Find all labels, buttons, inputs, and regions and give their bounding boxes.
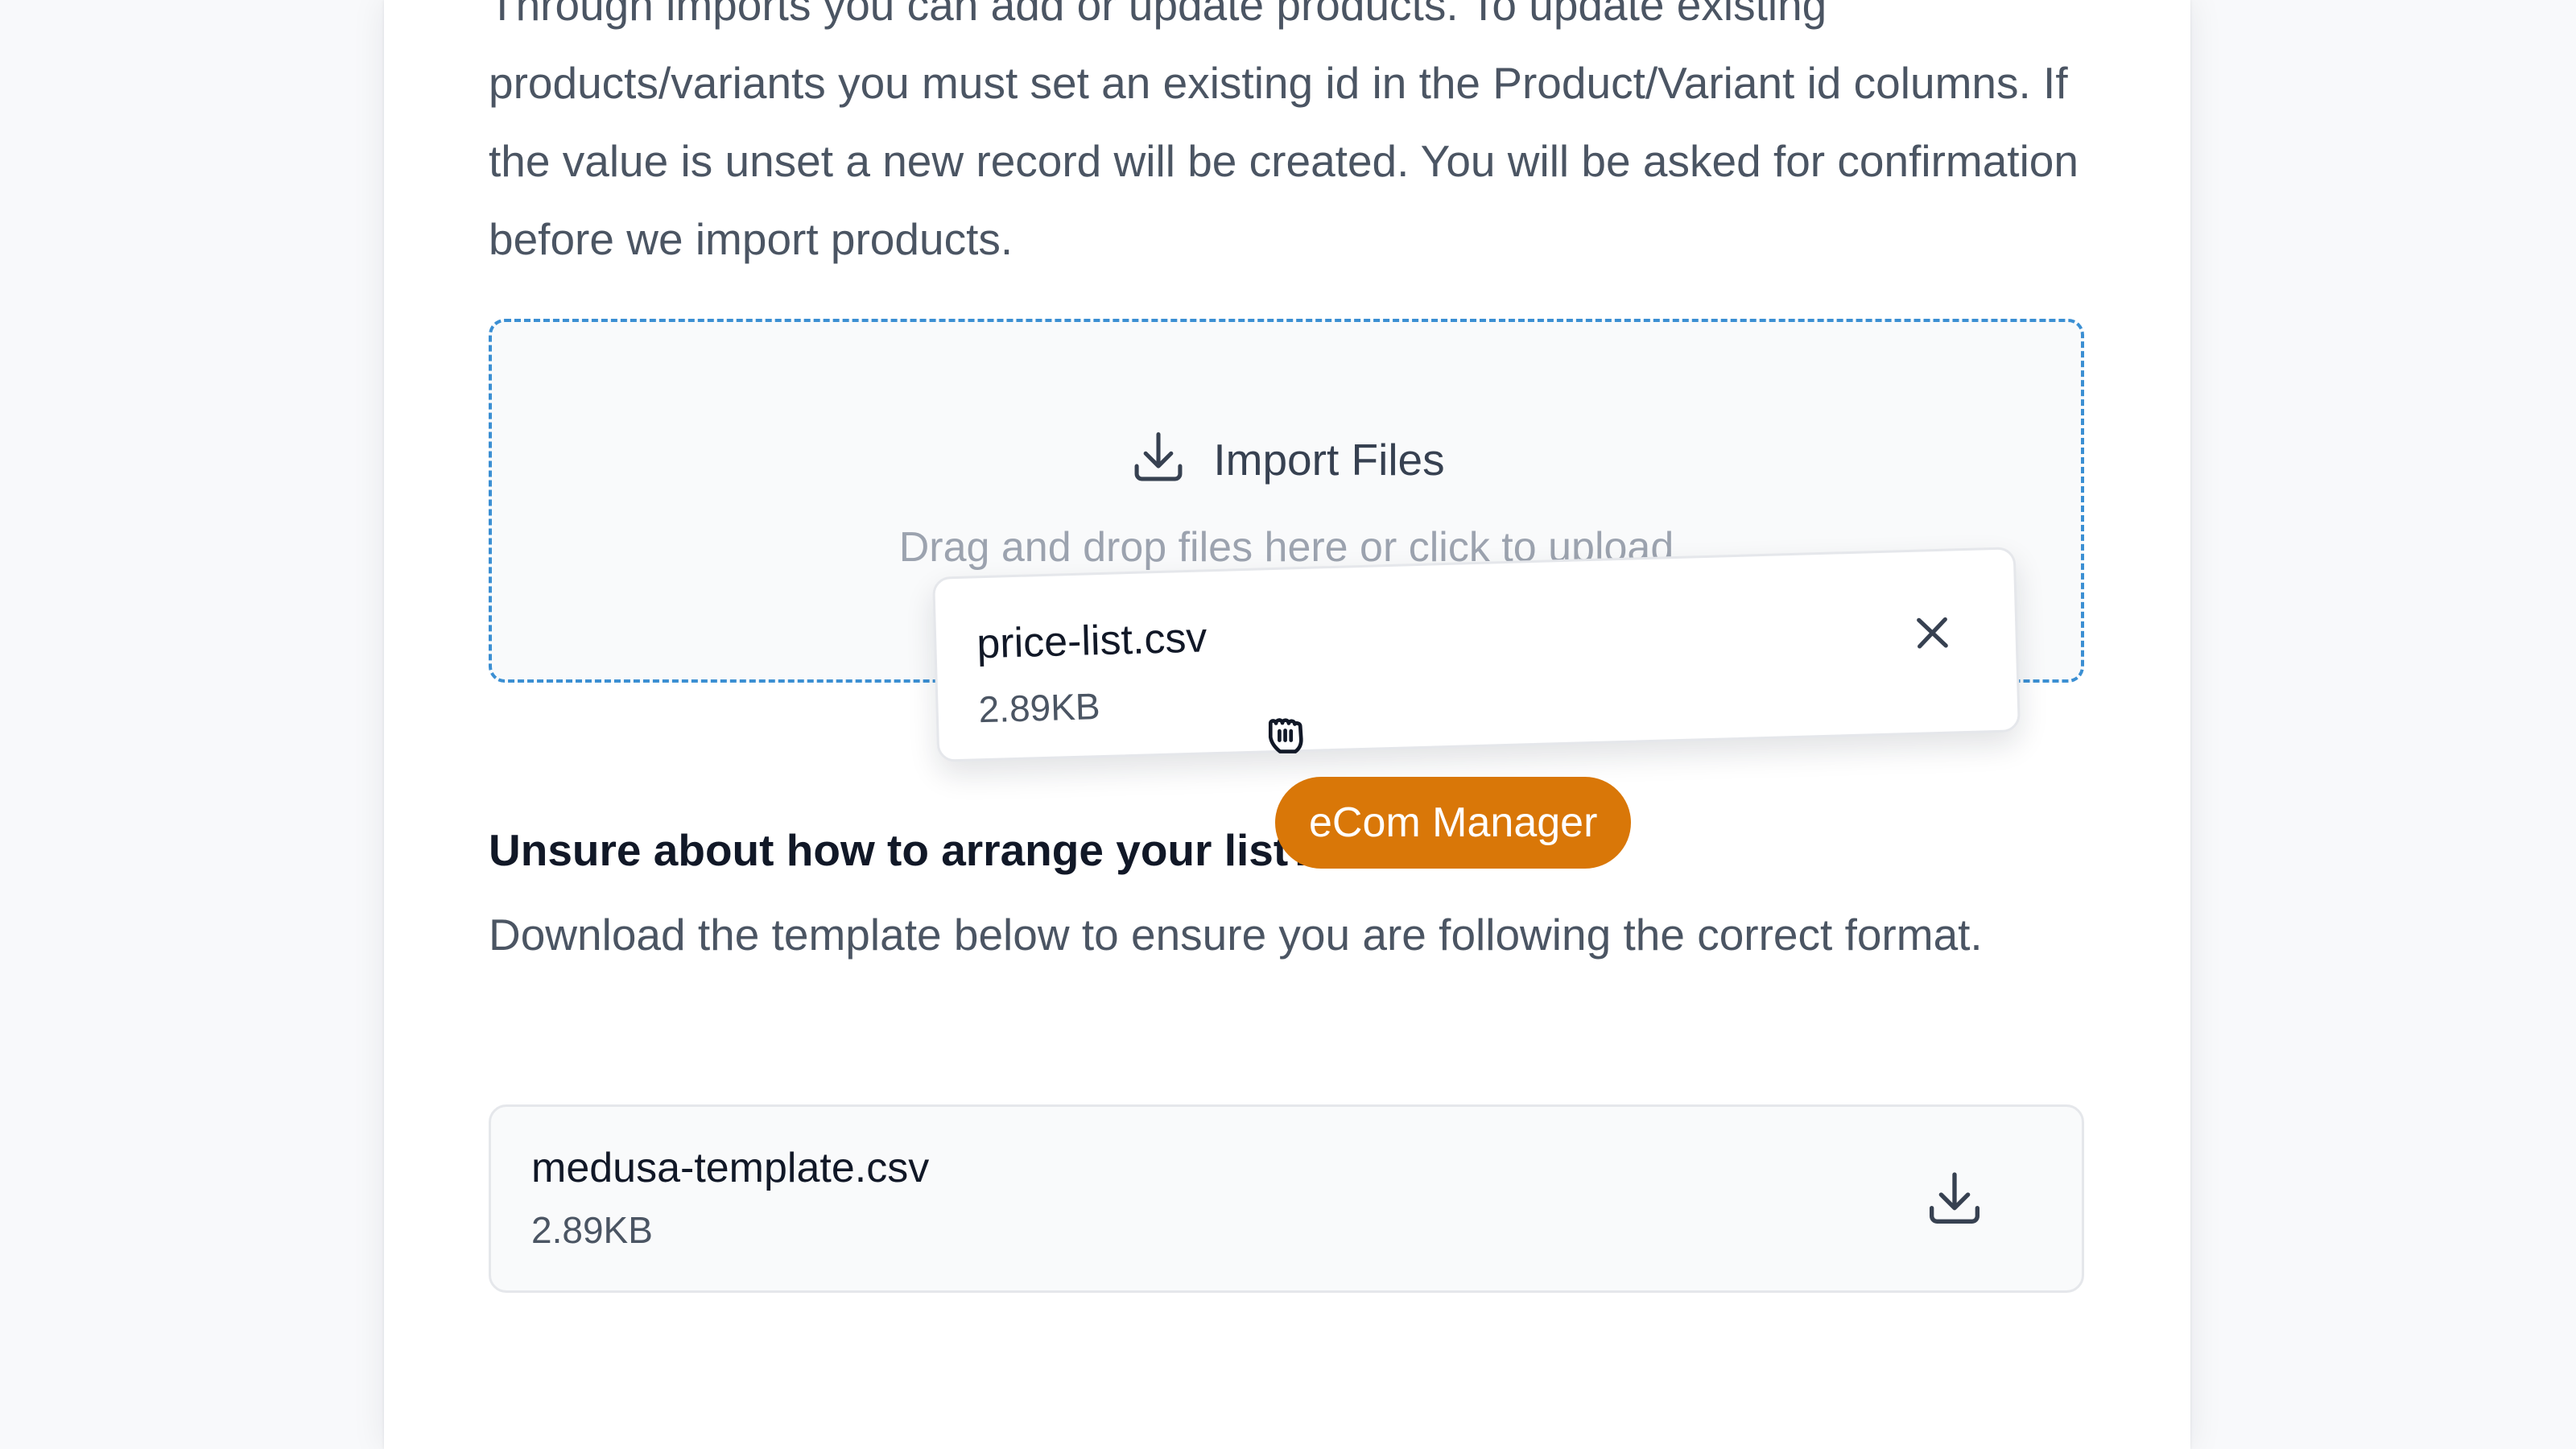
grab-hand-icon bbox=[1252, 699, 1321, 768]
template-file-name: medusa-template.csv bbox=[531, 1145, 930, 1191]
template-help-heading: Unsure about how to arrange your list? bbox=[489, 825, 1315, 875]
dropzone-title: Import Files bbox=[1213, 434, 1445, 485]
dragged-file-name: price-list.csv bbox=[976, 614, 1208, 668]
dragged-file-size: 2.89KB bbox=[977, 685, 1101, 731]
download-icon bbox=[1922, 1172, 1987, 1234]
template-help-text: Download the template below to ensure yo… bbox=[489, 910, 1983, 960]
dragged-file-card[interactable]: price-list.csv 2.89KB bbox=[932, 547, 2021, 762]
template-file-card: medusa-template.csv 2.89KB bbox=[489, 1104, 2084, 1293]
import-description: Through imports you can add or update pr… bbox=[489, 0, 2079, 264]
close-icon bbox=[1909, 609, 1956, 660]
download-icon bbox=[1128, 427, 1189, 492]
template-file-size: 2.89KB bbox=[531, 1209, 653, 1251]
collaborator-cursor-label: eCom Manager bbox=[1275, 777, 1632, 869]
download-template-button[interactable] bbox=[1922, 1166, 1987, 1231]
remove-file-button[interactable] bbox=[1905, 607, 1960, 662]
dropzone-title-row: Import Files bbox=[492, 427, 2081, 492]
import-products-panel: Through imports you can add or update pr… bbox=[384, 0, 2190, 1449]
